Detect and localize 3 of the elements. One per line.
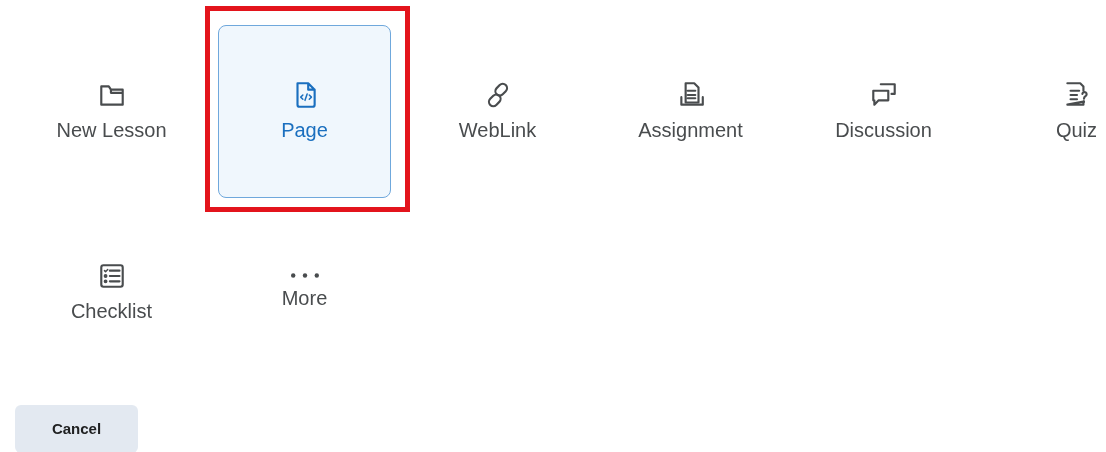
content-type-tile[interactable]: Page: [218, 25, 391, 198]
more-icon: [290, 273, 319, 278]
cancel-button[interactable]: Cancel: [15, 405, 138, 452]
